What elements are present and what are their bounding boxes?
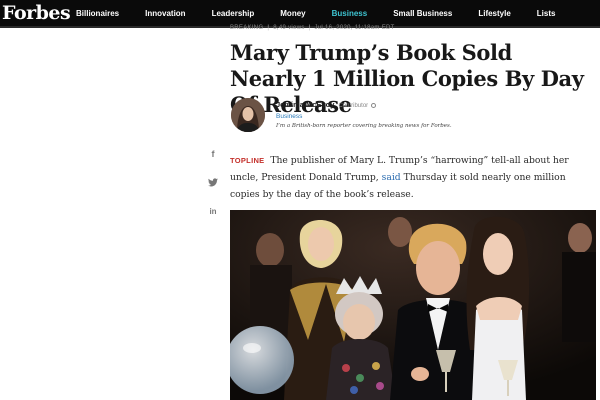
author-section[interactable]: Business [276, 113, 576, 120]
author-avatar[interactable] [231, 98, 265, 132]
nav-item-business[interactable]: Business [319, 9, 381, 18]
twitter-bird-icon [208, 178, 218, 187]
forbes-logo[interactable]: Forbes [0, 2, 72, 24]
author-bio: I’m a British-born reporter covering bre… [276, 123, 452, 129]
author-info: Jemima McEvoy Contributor Business I’m a… [276, 100, 576, 129]
article-lede: TOPLINE The publisher of Mary L. Trump’s… [230, 152, 596, 203]
top-nav: Forbes Billionaires Innovation Leadershi… [0, 0, 600, 28]
nav-item-money[interactable]: Money [267, 9, 318, 18]
topline-label: TOPLINE [230, 156, 265, 165]
event-photo-image [230, 210, 596, 400]
source-link[interactable]: said [382, 172, 401, 183]
nav-menu: Billionaires Innovation Leadership Money… [72, 0, 568, 27]
nav-item-lifestyle[interactable]: Lifestyle [465, 9, 523, 18]
breadcrumb-section[interactable]: BREAKING [230, 25, 263, 31]
facebook-icon[interactable]: f [206, 149, 220, 159]
publish-date: Jul 16, 2020, 11:18am EDT [314, 25, 395, 31]
nav-item-small-business[interactable]: Small Business [380, 9, 465, 18]
nav-item-billionaires[interactable]: Billionaires [72, 9, 132, 18]
breadcrumb: BREAKING | 8,49 views | Jul 16, 2020, 11:18a… [230, 25, 395, 31]
author-role: Contributor [338, 103, 369, 109]
article-photo[interactable] [230, 210, 596, 400]
linkedin-icon[interactable]: in [206, 207, 220, 216]
author-portrait-icon [231, 98, 265, 132]
follow-icon[interactable] [371, 102, 377, 108]
nav-item-leadership[interactable]: Leadership [199, 9, 268, 18]
author-name[interactable]: Jemima McEvoy [276, 100, 334, 109]
nav-item-lists[interactable]: Lists [524, 9, 569, 18]
nav-item-innovation[interactable]: Innovation [132, 9, 198, 18]
view-count: 8,49 views [273, 25, 305, 31]
twitter-icon[interactable] [206, 178, 220, 189]
